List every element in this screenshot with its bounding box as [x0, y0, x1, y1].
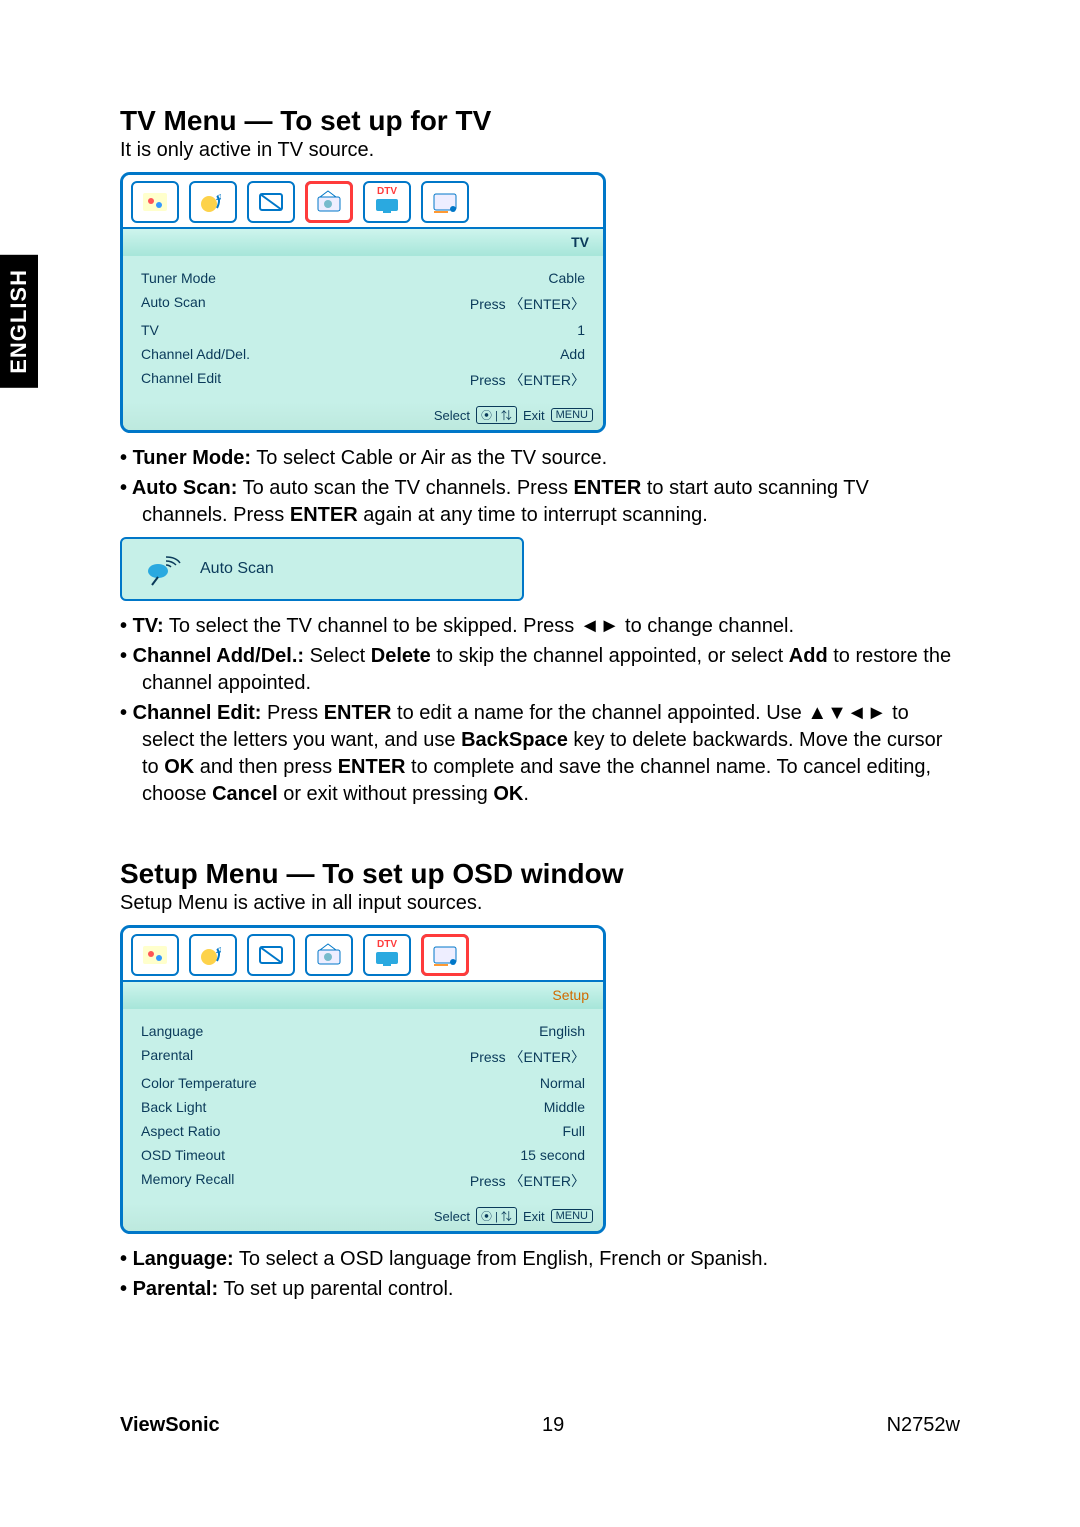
bullet-language: Language: To select a OSD language from …: [120, 1246, 960, 1273]
menu-value: Normal: [540, 1075, 585, 1091]
section1-heading: TV Menu — To set up for TV: [120, 105, 960, 137]
menu-label: Color Temperature: [141, 1075, 257, 1091]
nav-keys-icon: ⦿ | ⇅: [476, 1207, 517, 1225]
setup-icon[interactable]: [421, 934, 469, 976]
bullet-tv: TV: To select the TV channel to be skipp…: [120, 613, 960, 640]
menu-label: Channel Add/Del.: [141, 346, 250, 362]
menu-row-channel-adddel[interactable]: Channel Add/Del. Add: [141, 342, 585, 366]
menu-row-language[interactable]: Language English: [141, 1019, 585, 1043]
screen-icon[interactable]: [247, 934, 295, 976]
picture-icon[interactable]: [131, 934, 179, 976]
satellite-icon: [142, 551, 182, 587]
bullet-channel-edit: Channel Edit: Press ENTER to edit a name…: [120, 700, 960, 808]
section2-heading: Setup Menu — To set up OSD window: [120, 858, 960, 890]
autoscan-label: Auto Scan: [200, 560, 274, 578]
bullet-parental: Parental: To set up parental control.: [120, 1276, 960, 1303]
menu-value: Press 〈ENTER〉: [470, 1047, 585, 1067]
menu-row-color-temp[interactable]: Color Temperature Normal: [141, 1071, 585, 1095]
menu-value: Press 〈ENTER〉: [470, 1171, 585, 1191]
menu-value: English: [539, 1023, 585, 1039]
menu-label: Tuner Mode: [141, 270, 216, 286]
audio-icon[interactable]: ♫: [189, 181, 237, 223]
menu-row-tv[interactable]: TV 1: [141, 318, 585, 342]
section1-bullets-b: TV: To select the TV channel to be skipp…: [120, 613, 960, 808]
audio-icon[interactable]: ♫: [189, 934, 237, 976]
menu-value: Add: [560, 346, 585, 362]
menu-label: Auto Scan: [141, 294, 206, 314]
menu-value: 15 second: [520, 1147, 585, 1163]
bullet-channel-adddel: Channel Add/Del.: Select Delete to skip …: [120, 643, 960, 697]
menu-row-parental[interactable]: Parental Press 〈ENTER〉: [141, 1043, 585, 1071]
osd-setup-menu: ♫ DTV Setup Language: [120, 925, 606, 1234]
menu-label: TV: [141, 322, 159, 338]
setup-icon[interactable]: [421, 181, 469, 223]
menu-value: 1: [577, 322, 585, 338]
page-footer: ViewSonic 19 N2752w: [120, 1414, 960, 1437]
bullet-tuner-mode: Tuner Mode: To select Cable or Air as th…: [120, 445, 960, 472]
menu-value: Press 〈ENTER〉: [470, 294, 585, 314]
menu-label: Aspect Ratio: [141, 1123, 220, 1139]
footer-select-label: Select: [434, 408, 470, 423]
osd-tv-menu: ♫ DTV TV Tuner Mode Cable Auto Sca: [120, 172, 606, 433]
footer-select-label: Select: [434, 1209, 470, 1224]
language-side-tab: ENGLISH: [0, 255, 38, 388]
section2-intro: Setup Menu is active in all input source…: [120, 892, 960, 915]
tv-icon[interactable]: [305, 934, 353, 976]
menu-label: Channel Edit: [141, 370, 221, 390]
osd-section-label: TV: [123, 229, 603, 256]
autoscan-box: Auto Scan: [120, 537, 524, 601]
picture-icon[interactable]: [131, 181, 179, 223]
screen-icon[interactable]: [247, 181, 295, 223]
brand-label: ViewSonic: [120, 1414, 220, 1437]
menu-row-channel-edit[interactable]: Channel Edit Press 〈ENTER〉: [141, 366, 585, 394]
nav-keys-icon: ⦿ | ⇅: [476, 406, 517, 424]
svg-text:♫: ♫: [215, 945, 223, 956]
section2-bullets: Language: To select a OSD language from …: [120, 1246, 960, 1303]
menu-key-icon: MENU: [551, 1209, 593, 1223]
menu-value: Cable: [548, 270, 585, 286]
menu-label: Parental: [141, 1047, 193, 1067]
menu-value: Full: [562, 1123, 585, 1139]
bullet-auto-scan: Auto Scan: To auto scan the TV channels.…: [120, 475, 960, 529]
menu-value: Middle: [544, 1099, 585, 1115]
menu-label: OSD Timeout: [141, 1147, 225, 1163]
osd-tab-strip: ♫ DTV: [123, 928, 603, 982]
dtv-icon[interactable]: DTV: [363, 181, 411, 223]
section1-bullets: Tuner Mode: To select Cable or Air as th…: [120, 445, 960, 529]
footer-exit-label: Exit: [523, 1209, 545, 1224]
menu-row-memory-recall[interactable]: Memory Recall Press 〈ENTER〉: [141, 1167, 585, 1195]
menu-label: Memory Recall: [141, 1171, 234, 1191]
osd-section-label: Setup: [123, 982, 603, 1009]
menu-row-tuner-mode[interactable]: Tuner Mode Cable: [141, 266, 585, 290]
svg-text:♫: ♫: [215, 192, 223, 203]
menu-row-auto-scan[interactable]: Auto Scan Press 〈ENTER〉: [141, 290, 585, 318]
osd-footer: Select ⦿ | ⇅ Exit MENU: [123, 1203, 603, 1231]
menu-row-osd-timeout[interactable]: OSD Timeout 15 second: [141, 1143, 585, 1167]
osd-footer: Select ⦿ | ⇅ Exit MENU: [123, 402, 603, 430]
menu-row-aspect-ratio[interactable]: Aspect Ratio Full: [141, 1119, 585, 1143]
menu-key-icon: MENU: [551, 408, 593, 422]
section1-intro: It is only active in TV source.: [120, 139, 960, 162]
menu-row-back-light[interactable]: Back Light Middle: [141, 1095, 585, 1119]
menu-label: Language: [141, 1023, 203, 1039]
dtv-icon[interactable]: DTV: [363, 934, 411, 976]
footer-exit-label: Exit: [523, 408, 545, 423]
osd-tab-strip: ♫ DTV: [123, 175, 603, 229]
page-number: 19: [542, 1414, 564, 1437]
tv-icon[interactable]: [305, 181, 353, 223]
model-label: N2752w: [887, 1414, 960, 1437]
menu-label: Back Light: [141, 1099, 206, 1115]
menu-value: Press 〈ENTER〉: [470, 370, 585, 390]
